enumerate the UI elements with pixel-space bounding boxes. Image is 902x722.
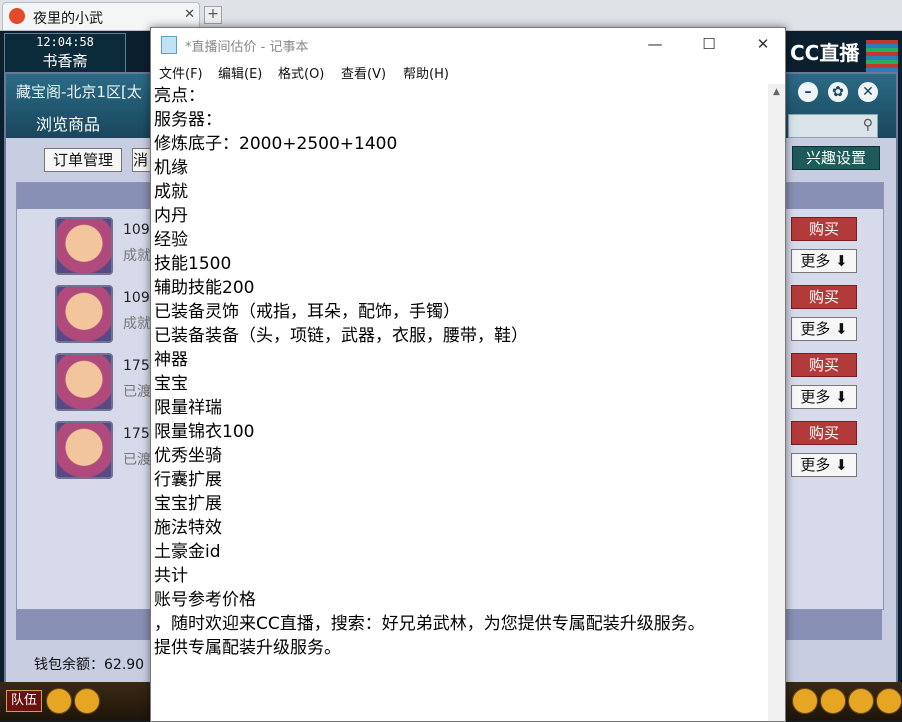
- buy-button[interactable]: 购买: [791, 421, 857, 445]
- tab-close-icon[interactable]: ✕: [184, 7, 195, 22]
- text-line: 共计: [154, 566, 188, 586]
- menu-edit[interactable]: 编辑(E): [218, 63, 262, 82]
- text-line: ，随时欢迎来CC直播，搜索：好兄弟武林，为您提供专属配装升级服务。: [154, 614, 705, 634]
- menu-format[interactable]: 格式(O): [278, 63, 324, 82]
- menu-view[interactable]: 查看(V): [341, 63, 386, 82]
- status-bars: [866, 40, 898, 76]
- item-level: 109级: [123, 290, 153, 306]
- smiley-icon[interactable]: [820, 688, 846, 714]
- text-line: 宝宝扩展: [154, 494, 222, 514]
- location-name: 书香斋: [42, 52, 88, 70]
- text-line: 优秀坐骑: [154, 446, 222, 466]
- browse-products-tab[interactable]: 浏览商品: [36, 111, 100, 135]
- character-avatar: [55, 353, 113, 411]
- text-editor[interactable]: 亮点： 服务器： 修炼底子：2000+2500+1400 机缘 成就 内丹 经验…: [154, 84, 764, 721]
- more-button[interactable]: 更多 ⬇: [791, 249, 857, 273]
- shop-title: 藏宝阁-北京1区[太: [16, 83, 142, 101]
- gift-icon[interactable]: [848, 688, 874, 714]
- cc-live-logo: CC直播: [790, 41, 860, 65]
- chat-icon[interactable]: [74, 688, 100, 714]
- item-detail: 已渡: [123, 384, 151, 400]
- text-line: 神器: [154, 350, 188, 370]
- menu-bar: 文件(F) 编辑(E) 格式(O) 查看(V) 帮助(H): [151, 60, 785, 84]
- more-button[interactable]: 更多 ⬇: [791, 385, 857, 409]
- text-line: 辅助技能200: [154, 278, 255, 298]
- maximize-icon[interactable]: ☐: [689, 32, 729, 56]
- notepad-window: *直播间估价 - 记事本 — ☐ ✕ 文件(F) 编辑(E) 格式(O) 查看(…: [150, 27, 786, 722]
- item-detail: 已渡: [123, 452, 151, 468]
- menu-file[interactable]: 文件(F): [159, 63, 203, 82]
- notepad-title: *直播间估价 - 记事本: [185, 40, 309, 55]
- text-line: 成就: [154, 182, 188, 202]
- text-line: 已装备装备（头，项链，武器，衣服，腰带，鞋）: [154, 326, 528, 346]
- buy-button[interactable]: 购买: [791, 217, 857, 241]
- menu-help[interactable]: 帮助(H): [403, 63, 449, 82]
- more-button[interactable]: 更多 ⬇: [791, 317, 857, 341]
- new-tab-button[interactable]: +: [204, 6, 222, 24]
- text-line: 行囊扩展: [154, 470, 222, 490]
- item-detail: 成就: [123, 248, 151, 264]
- system-icon[interactable]: [876, 688, 902, 714]
- vertical-scrollbar[interactable]: ▲: [768, 84, 785, 721]
- game-logo-icon: [9, 8, 25, 24]
- text-line: 经验: [154, 230, 188, 250]
- text-line: 限量祥瑞: [154, 398, 222, 418]
- text-line: 亮点：: [154, 86, 205, 106]
- shell-icon[interactable]: [792, 688, 818, 714]
- notepad-titlebar: *直播间估价 - 记事本 — ☐ ✕: [151, 28, 785, 60]
- game-clock: 12:04:58 书香斋: [4, 33, 126, 73]
- text-line: 宝宝: [154, 374, 188, 394]
- clock-time: 12:04:58: [36, 35, 94, 49]
- item-level: 109级: [123, 222, 153, 238]
- item-level: 175级: [123, 426, 153, 442]
- close-icon[interactable]: ✕: [743, 32, 783, 56]
- text-line: 提供专属配装升级服务。: [154, 638, 341, 658]
- text-line: 服务器：: [154, 110, 222, 130]
- item-detail: 成就: [123, 316, 151, 332]
- team-button[interactable]: 队伍: [6, 690, 42, 712]
- text-line: 账号参考价格: [154, 590, 256, 610]
- browser-tab[interactable]: 夜里的小武 ✕: [2, 2, 200, 30]
- search-icon[interactable]: ⚲: [863, 117, 873, 133]
- buy-button[interactable]: 购买: [791, 285, 857, 309]
- text-line: 内丹: [154, 206, 188, 226]
- order-management-button[interactable]: 订单管理: [44, 148, 122, 172]
- character-avatar: [55, 217, 113, 275]
- wallet-balance: 钱包余额：62.90: [34, 657, 145, 673]
- gear-icon[interactable]: ✿: [828, 82, 848, 102]
- text-line: 施法特效: [154, 518, 222, 538]
- microphone-icon[interactable]: [46, 688, 72, 714]
- text-line: 机缘: [154, 158, 188, 178]
- interest-settings-button[interactable]: 兴趣设置: [792, 146, 880, 170]
- close-icon[interactable]: ✕: [858, 82, 878, 102]
- character-avatar: [55, 421, 113, 479]
- character-avatar: [55, 285, 113, 343]
- text-line: 技能1500: [154, 254, 232, 274]
- text-line: 修炼底子：2000+2500+1400: [154, 134, 398, 154]
- search-input[interactable]: ⚲: [788, 114, 878, 138]
- text-line: 土豪金id: [154, 542, 221, 562]
- minimize-icon[interactable]: –: [798, 82, 818, 102]
- buy-button[interactable]: 购买: [791, 353, 857, 377]
- minimize-icon[interactable]: —: [635, 32, 675, 56]
- text-line: 限量锦衣100: [154, 422, 255, 442]
- more-button[interactable]: 更多 ⬇: [791, 453, 857, 477]
- scroll-up-icon[interactable]: ▲: [768, 84, 785, 101]
- tab-title: 夜里的小武: [33, 11, 103, 27]
- item-level: 175级: [123, 358, 153, 374]
- text-line: 已装备灵饰（戒指，耳朵，配饰，手镯）: [154, 302, 460, 322]
- notepad-icon: [161, 36, 177, 54]
